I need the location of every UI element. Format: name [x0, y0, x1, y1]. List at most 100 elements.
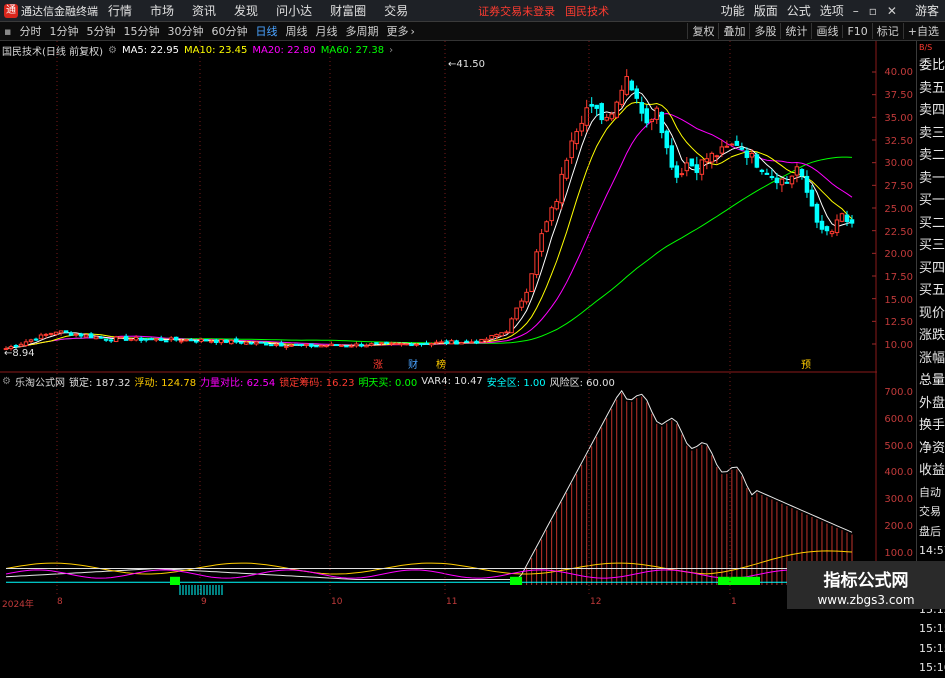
candle-body: [744, 150, 750, 158]
candle-body: [579, 122, 584, 132]
candle-body: [73, 333, 79, 336]
candle-body: [614, 101, 619, 118]
candle-body: [494, 333, 499, 337]
candle-body: [249, 342, 254, 345]
candle-body: [794, 166, 800, 176]
candle-body: [394, 342, 399, 345]
panel-item[interactable]: 现价: [917, 303, 945, 326]
price-tick-label: 10.00: [884, 340, 913, 351]
panel-item[interactable]: 卖四: [917, 100, 945, 123]
panel-item[interactable]: 收益: [917, 460, 945, 483]
candle-body: [594, 104, 599, 109]
panel-item[interactable]: 卖二: [917, 145, 945, 168]
candle-body: [314, 345, 319, 348]
panel-item[interactable]: 外盘: [917, 393, 945, 416]
panel-item[interactable]: 卖三: [917, 123, 945, 146]
indicator-float: 浮动: 124.78: [134, 378, 197, 389]
chart-canvas[interactable]: 涨财榜预: [0, 0, 877, 609]
candle-body: [344, 345, 349, 348]
price-axis: 40.00 37.50 35.00 32.50 30.00 27.50 25.0…: [877, 41, 915, 608]
candle-body: [158, 338, 164, 341]
legend-expand-icon[interactable]: ›: [389, 45, 393, 56]
candle-body: [629, 80, 634, 91]
indicator-gear-icon[interactable]: ⚙: [2, 376, 11, 387]
candle-body: [113, 336, 119, 342]
panel-item[interactable]: 卖一: [917, 168, 945, 191]
user-label[interactable]: 游客: [915, 2, 939, 19]
candle-body: [148, 338, 154, 341]
candle-body: [699, 159, 705, 175]
panel-item[interactable]: 14:57: [917, 541, 945, 561]
candle-body: [534, 251, 539, 276]
ma60-label: MA60: 27.38: [320, 45, 385, 56]
price-tick-label: 37.50: [884, 90, 913, 101]
panel-item[interactable]: 15:16: [917, 658, 945, 678]
candle-body: [694, 164, 700, 173]
panel-item[interactable]: 15:15: [917, 619, 945, 639]
candle-body: [554, 200, 559, 210]
panel-item[interactable]: 买三: [917, 235, 945, 258]
panel-item[interactable]: 买五: [917, 280, 945, 303]
panel-item[interactable]: 买二: [917, 213, 945, 236]
candle-body: [143, 338, 149, 341]
candle-body: [269, 344, 274, 347]
settings-gear-icon[interactable]: ⚙: [108, 45, 117, 56]
panel-item[interactable]: 买四: [917, 258, 945, 281]
candle-body: [474, 340, 479, 344]
candle-body: [213, 339, 219, 343]
date-label: 8: [57, 597, 63, 607]
panel-item[interactable]: 净资: [917, 438, 945, 461]
panel-item[interactable]: 涨跌: [917, 325, 945, 348]
candle-body: [289, 344, 294, 347]
quote-side-panel: B/S 委比 卖五 卖四 卖三 卖二 卖一 买一 买二 买三 买四 买五 现价 涨跌 涨幅 总量 外盘 换手 净资…: [916, 41, 945, 674]
candle-body: [834, 219, 840, 234]
candle-body: [539, 233, 544, 252]
candle-body: [38, 334, 44, 340]
candle-body: [784, 181, 790, 184]
candle-body: [163, 340, 169, 343]
panel-item[interactable]: 买一: [917, 190, 945, 213]
candle-body: [749, 152, 755, 158]
indicator-risk-zone: 风险区: 60.00: [549, 378, 615, 389]
panel-item[interactable]: 涨幅: [917, 348, 945, 371]
candle-body: [499, 332, 504, 337]
panel-item[interactable]: 交易: [917, 502, 945, 522]
candle-body: [409, 343, 414, 347]
panel-item[interactable]: 15:15: [917, 639, 945, 659]
candle-body: [128, 338, 134, 341]
panel-item[interactable]: 总量: [917, 370, 945, 393]
candle-body: [28, 339, 34, 342]
indicator-name[interactable]: 乐淘公式网: [15, 374, 65, 389]
candle-body: [639, 102, 645, 114]
indicator-tick-label: 700.0: [884, 387, 913, 398]
panel-item[interactable]: 盘后: [917, 522, 945, 542]
panel-item[interactable]: 换手: [917, 415, 945, 438]
buy-signal-bar: [718, 576, 760, 585]
panel-item[interactable]: 卖五: [917, 78, 945, 101]
indicator-buy-tomorrow: 明天买: 0.00: [358, 378, 418, 389]
candle-body: [319, 345, 324, 348]
close-icon[interactable]: ✕: [887, 4, 897, 18]
candle-body: [709, 152, 715, 163]
candle-body: [244, 341, 249, 345]
candle-body: [389, 342, 394, 345]
candle-body: [404, 343, 409, 346]
candle-body: [108, 339, 114, 342]
panel-item[interactable]: 委比: [917, 55, 945, 78]
candle-body: [384, 341, 389, 344]
candle-body: [704, 158, 710, 163]
panel-item[interactable]: 自动: [917, 483, 945, 503]
candle-body: [659, 111, 665, 134]
candle-body: [504, 331, 509, 334]
candle-body: [43, 333, 49, 336]
candle-body: [519, 300, 524, 308]
candle-body: [103, 338, 109, 341]
toolbar-add-watchlist[interactable]: +自选: [902, 23, 943, 39]
candle-body: [529, 273, 534, 292]
ma5-label: MA5: 22.95: [121, 45, 179, 56]
candle-body: [58, 330, 64, 334]
event-mark: 涨: [373, 359, 383, 371]
candle-body: [419, 343, 424, 346]
candle-body: [849, 219, 855, 224]
candle-body: [489, 334, 494, 340]
